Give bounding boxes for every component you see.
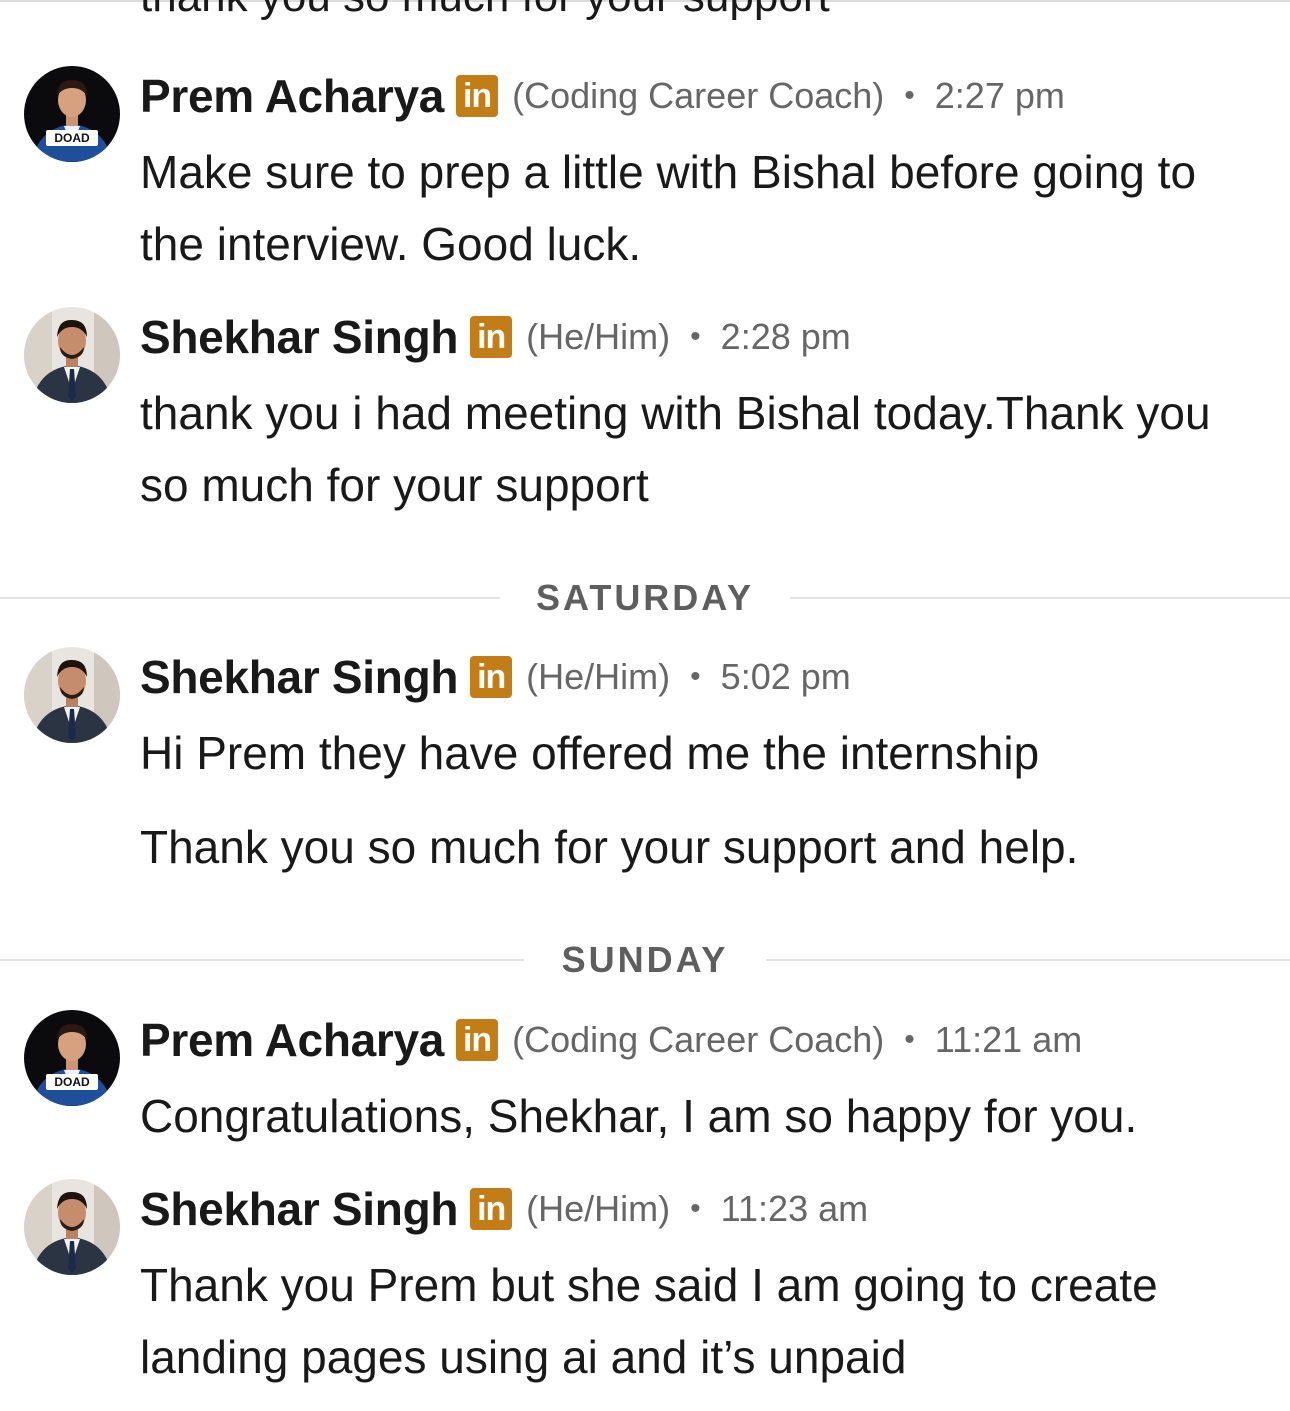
avatar-shekhar[interactable] bbox=[24, 307, 120, 403]
linkedin-icon: in bbox=[470, 1188, 513, 1230]
avatar-prem[interactable]: DOAD bbox=[24, 1010, 120, 1106]
message-text: Make sure to prep a little with Bishal b… bbox=[140, 146, 1197, 270]
shekhar-avatar-photo-icon bbox=[24, 647, 120, 743]
sender-headline: (He/Him) bbox=[526, 316, 671, 357]
previous-message-fragment: thank you so much for your support bbox=[140, 0, 830, 22]
prem-avatar-photo-icon: DOAD bbox=[24, 66, 120, 162]
day-label: SATURDAY bbox=[535, 577, 755, 618]
separator-dot: • bbox=[904, 79, 915, 112]
svg-text:DOAD: DOAD bbox=[54, 131, 90, 145]
message-body: Congratulations, Shekhar, I am so happy … bbox=[140, 1080, 1260, 1152]
message-header: Prem Acharya in (Coding Career Coach) • … bbox=[140, 66, 1065, 126]
message-header: Shekhar Singh in (He/Him) • 11:23 am bbox=[140, 1179, 868, 1239]
day-divider: SUNDAY bbox=[0, 940, 1290, 980]
separator-dot: • bbox=[904, 1023, 915, 1056]
message-time: 11:21 am bbox=[934, 1019, 1083, 1060]
day-divider: SATURDAY bbox=[0, 578, 1290, 618]
separator-dot: • bbox=[690, 1192, 701, 1225]
sender-headline: (He/Him) bbox=[526, 656, 671, 697]
sender-name[interactable]: Prem Acharya bbox=[140, 69, 444, 123]
message-body: Make sure to prep a little with Bishal b… bbox=[140, 136, 1260, 280]
sender-name[interactable]: Prem Acharya bbox=[140, 1013, 444, 1067]
avatar-shekhar[interactable] bbox=[24, 647, 120, 743]
linkedin-icon: in bbox=[470, 656, 513, 698]
message-body: Thank you Prem but she said I am going t… bbox=[140, 1249, 1260, 1393]
message-time: 2:27 pm bbox=[934, 75, 1065, 116]
sender-name[interactable]: Shekhar Singh bbox=[140, 310, 458, 364]
sender-name[interactable]: Shekhar Singh bbox=[140, 650, 458, 704]
sender-headline: (Coding Career Coach) bbox=[512, 1019, 885, 1060]
message-body: thank you i had meeting with Bishal toda… bbox=[140, 377, 1260, 521]
message-time: 2:28 pm bbox=[720, 316, 851, 357]
sender-headline: (He/Him) bbox=[526, 1188, 671, 1229]
shekhar-avatar-photo-icon bbox=[24, 307, 120, 403]
message-text: Hi Prem they have offered me the interns… bbox=[140, 727, 1040, 779]
sender-name[interactable]: Shekhar Singh bbox=[140, 1182, 458, 1236]
message-text: thank you i had meeting with Bishal toda… bbox=[140, 387, 1211, 511]
separator-dot: • bbox=[690, 660, 701, 693]
message-header: Prem Acharya in (Coding Career Coach) • … bbox=[140, 1010, 1082, 1070]
message-text: Congratulations, Shekhar, I am so happy … bbox=[140, 1090, 1138, 1142]
shekhar-avatar-photo-icon bbox=[24, 1179, 120, 1275]
message-header: Shekhar Singh in (He/Him) • 5:02 pm bbox=[140, 647, 851, 707]
svg-text:DOAD: DOAD bbox=[54, 1075, 90, 1089]
linkedin-icon: in bbox=[456, 1019, 499, 1061]
message-header: Shekhar Singh in (He/Him) • 2:28 pm bbox=[140, 307, 851, 367]
avatar-prem[interactable]: DOAD bbox=[24, 66, 120, 162]
message-text: Thank you so much for your support and h… bbox=[140, 821, 1079, 873]
prem-avatar-photo-icon: DOAD bbox=[24, 1010, 120, 1106]
linkedin-icon: in bbox=[456, 75, 499, 117]
separator-dot: • bbox=[690, 320, 701, 353]
message-time: 11:23 am bbox=[720, 1188, 869, 1229]
sender-headline: (Coding Career Coach) bbox=[512, 75, 885, 116]
message-time: 5:02 pm bbox=[720, 656, 851, 697]
day-label: SUNDAY bbox=[561, 939, 729, 980]
message-text: Thank you Prem but she said I am going t… bbox=[140, 1259, 1158, 1383]
linkedin-icon: in bbox=[470, 316, 513, 358]
avatar-shekhar[interactable] bbox=[24, 1179, 120, 1275]
message-body: Hi Prem they have offered me the interns… bbox=[140, 717, 1260, 883]
